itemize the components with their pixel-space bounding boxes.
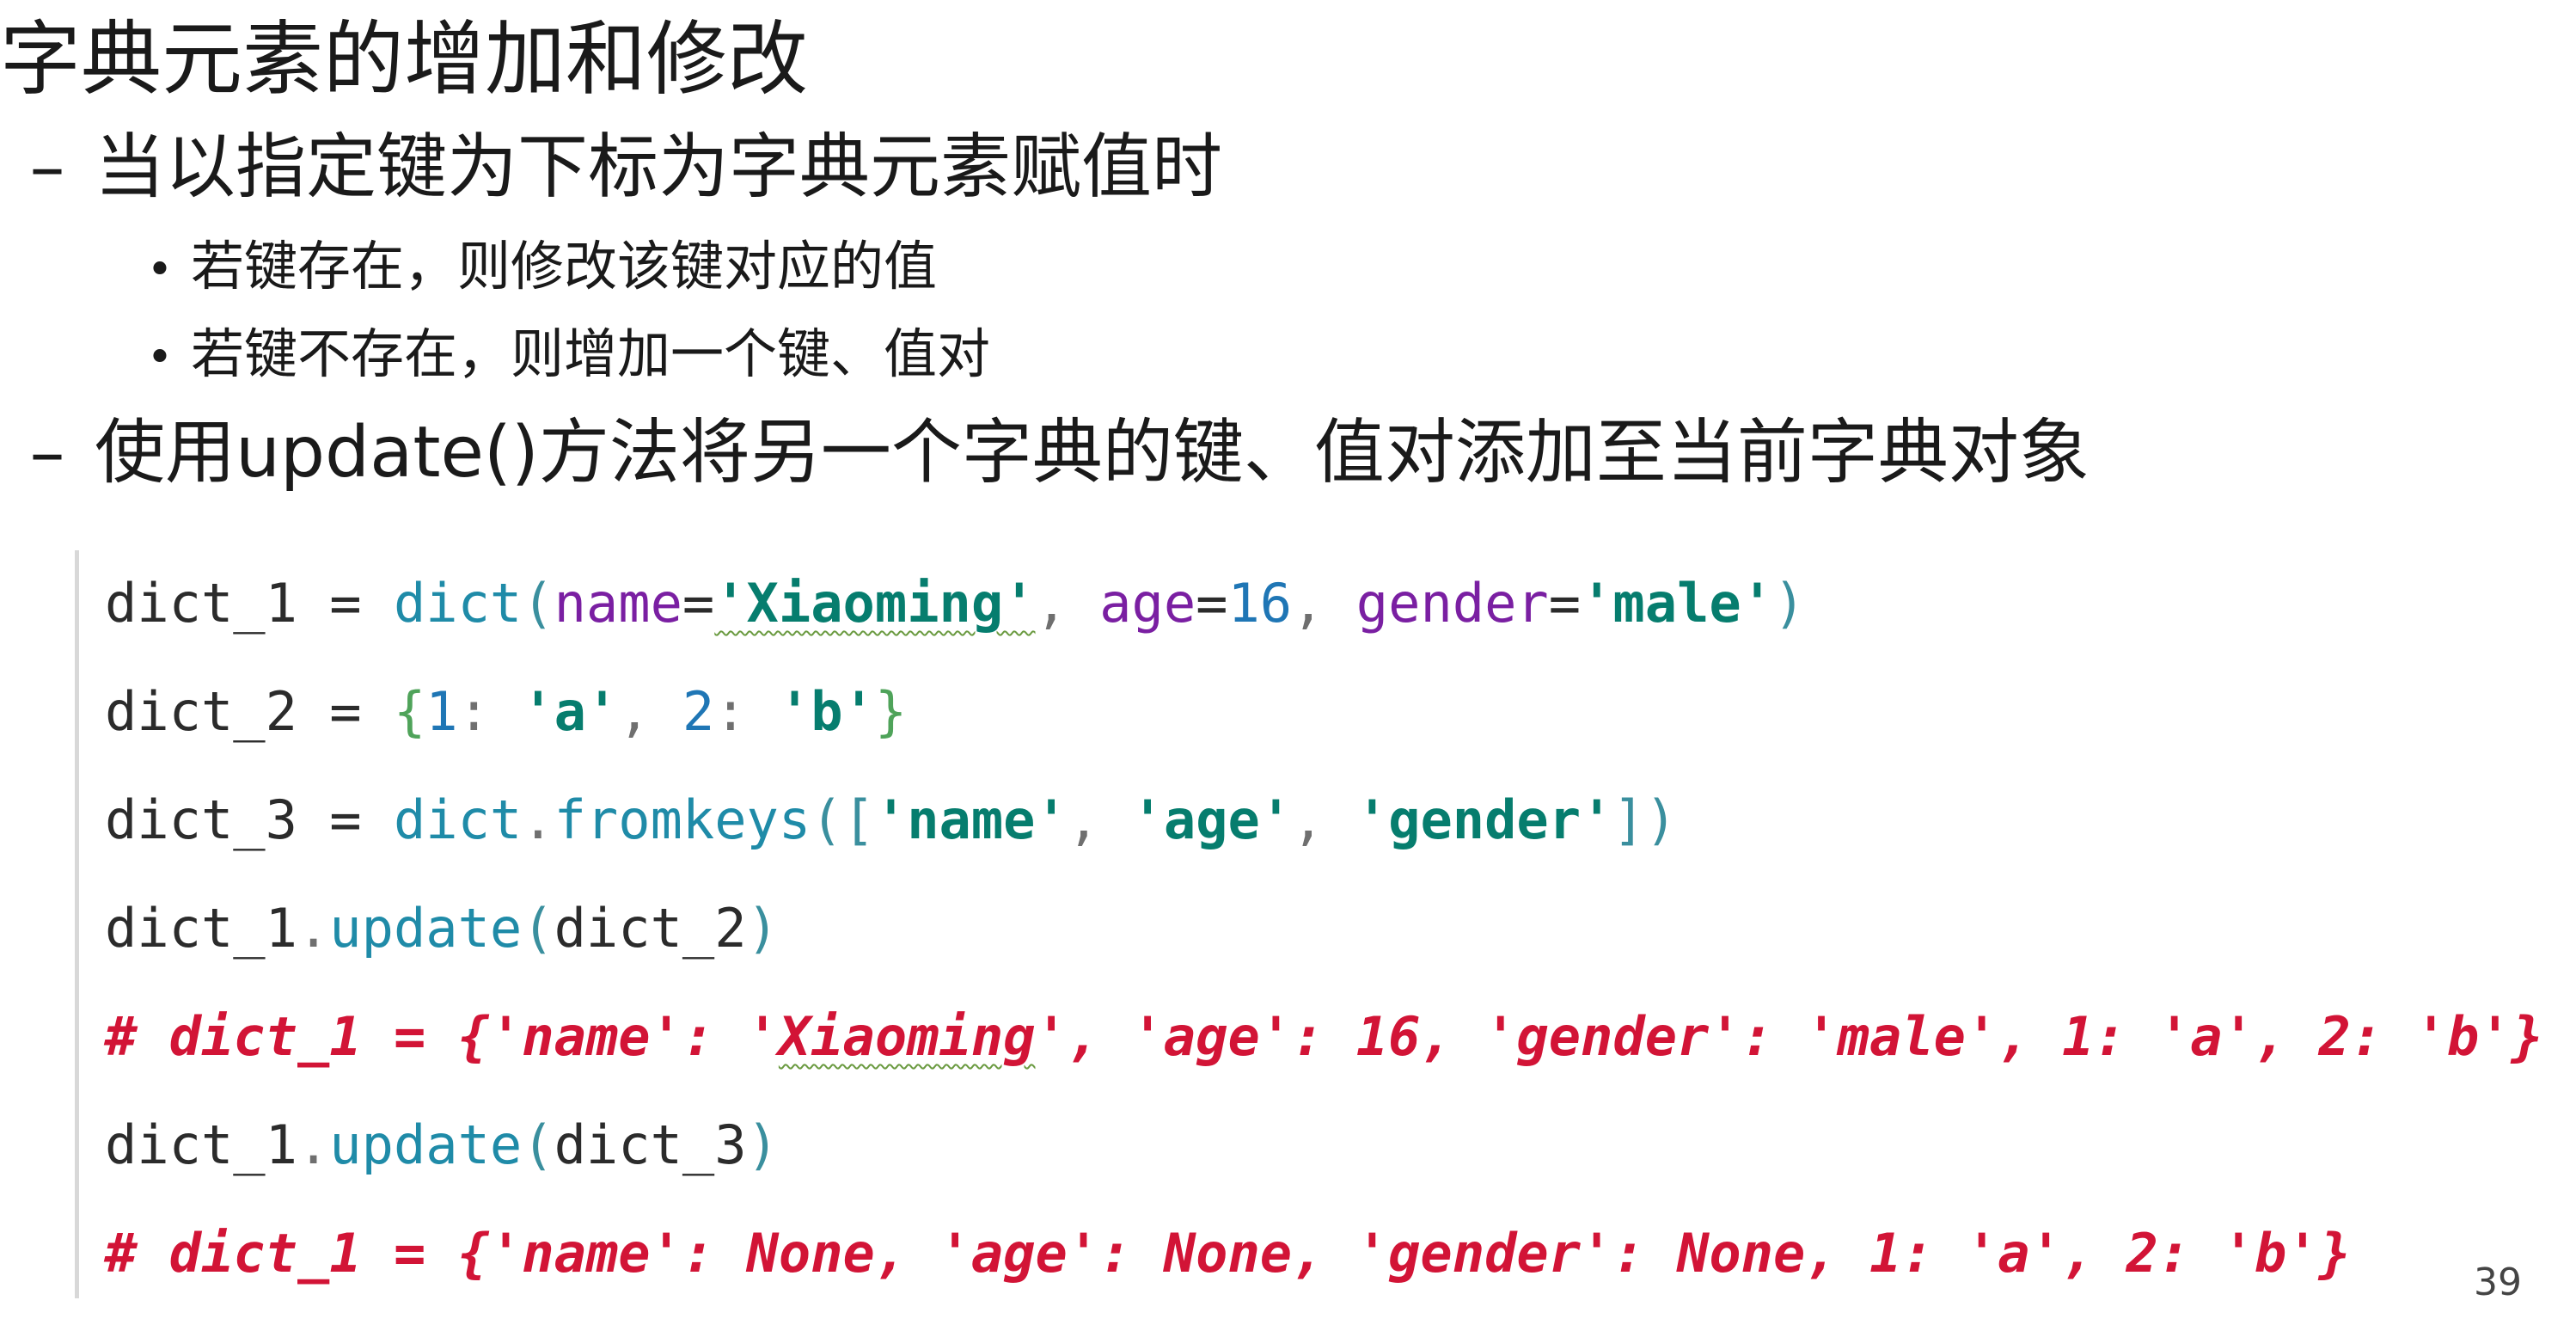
code-token: name xyxy=(554,572,682,635)
code-token: = xyxy=(682,572,715,635)
code-token: fromkeys xyxy=(554,788,811,851)
code-token: , xyxy=(1067,788,1132,851)
bullet-level2-item: • 若键不存在，则增加一个键、值对 xyxy=(129,316,990,396)
bullet-level1-item: – 使用update()方法将另一个字典的键、值对添加至当前字典对象 xyxy=(0,406,2090,500)
code-token: . xyxy=(297,897,330,960)
code-token: ) xyxy=(1644,788,1678,851)
code-token: dict xyxy=(393,788,523,851)
code-token: 2 xyxy=(682,680,715,743)
code-token: dict_1 xyxy=(105,1113,297,1176)
code-token: age xyxy=(1099,572,1196,635)
code-line-1: dict_1 = dict(name='Xiaoming', age=16, g… xyxy=(105,567,1805,640)
code-token: # dict_1 = {'name': None, 'age': None, '… xyxy=(105,1222,2351,1285)
code-token: update xyxy=(329,1113,523,1176)
code-token: } xyxy=(874,680,908,743)
code-token: dict_3 xyxy=(554,1113,747,1176)
code-comment-1: # dict_1 = {'name': 'Xiaoming', 'age': 1… xyxy=(105,1001,2543,1073)
code-token: 'male' xyxy=(1581,572,1774,635)
code-token: 'gender' xyxy=(1355,788,1613,851)
code-comment-2: # dict_1 = {'name': None, 'age': None, '… xyxy=(105,1218,2351,1290)
code-token: ( xyxy=(811,788,843,851)
code-token: ) xyxy=(746,897,779,960)
page-number: 39 xyxy=(2474,1260,2522,1304)
code-token: = xyxy=(1548,572,1582,635)
code-token: dict_1 xyxy=(105,897,297,960)
code-token: Xiaoming xyxy=(778,1005,1036,1068)
code-token: = xyxy=(297,788,394,851)
code-line-6: dict_1.update(dict_3) xyxy=(105,1109,779,1181)
dash-marker: – xyxy=(29,412,65,494)
code-line-4: dict_1.update(dict_2) xyxy=(105,892,779,965)
slide-title: 字典元素的增加和修改 xyxy=(0,13,809,107)
code-token: # dict_1 = {'name': ' xyxy=(105,1005,779,1068)
code-token: [ xyxy=(842,788,875,851)
code-token: , xyxy=(618,680,682,743)
bullet-level2-item: • 若键存在，则修改该键对应的值 xyxy=(129,228,937,309)
code-token: 'age' xyxy=(1131,788,1293,851)
dash-marker: – xyxy=(29,126,65,208)
code-token: : xyxy=(714,680,779,743)
code-token: = xyxy=(1196,572,1228,635)
code-token: dict_3 xyxy=(105,788,297,851)
code-token: ', 'age': 16, 'gender': 'male', 1: 'a', … xyxy=(1035,1005,2543,1068)
code-token: 1 xyxy=(425,680,458,743)
code-token: { xyxy=(393,680,426,743)
code-token: 'b' xyxy=(778,680,875,743)
code-token: 'name' xyxy=(874,788,1068,851)
bullet-text: 若键不存在，则增加一个键、值对 xyxy=(191,322,991,385)
code-token: , xyxy=(1292,572,1356,635)
bullet-dot-marker: • xyxy=(146,332,174,383)
slide: 字典元素的增加和修改 – 当以指定键为下标为字典元素赋值时 • 若键存在，则修改该键… xyxy=(0,0,2576,1331)
code-token: . xyxy=(297,1113,330,1176)
code-token: ( xyxy=(522,1113,554,1176)
code-token: 'a' xyxy=(522,680,619,743)
code-token: update xyxy=(329,897,523,960)
code-token: : xyxy=(457,680,523,743)
code-token: 'Xiaoming' xyxy=(714,572,1036,635)
code-block: dict_1 = dict(name='Xiaoming', age=16, g… xyxy=(75,550,2555,1298)
code-token: = xyxy=(297,572,394,635)
code-token: ) xyxy=(746,1113,779,1176)
code-token: ] xyxy=(1612,788,1645,851)
code-token: dict_1 xyxy=(105,572,297,635)
code-token: , xyxy=(1035,572,1100,635)
code-line-3: dict_3 = dict.fromkeys(['name', 'age', '… xyxy=(105,784,1677,856)
bullet-text: 当以指定键为下标为字典元素赋值时 xyxy=(95,126,1223,208)
code-token: , xyxy=(1292,788,1356,851)
bullet-text: 若键存在，则修改该键对应的值 xyxy=(191,235,938,297)
code-token: 16 xyxy=(1227,572,1293,635)
code-token: dict_2 xyxy=(554,897,747,960)
code-token: dict xyxy=(393,572,523,635)
code-token: = xyxy=(297,680,394,743)
code-token: ( xyxy=(522,572,554,635)
code-token: . xyxy=(522,788,554,851)
bullet-text: 使用update()方法将另一个字典的键、值对添加至当前字典对象 xyxy=(95,412,2090,494)
code-token: dict_2 xyxy=(105,680,297,743)
code-token: gender xyxy=(1355,572,1549,635)
bullet-dot-marker: • xyxy=(146,244,174,296)
code-token: ) xyxy=(1773,572,1806,635)
code-line-2: dict_2 = {1: 'a', 2: 'b'} xyxy=(105,676,907,748)
code-token: ( xyxy=(522,897,554,960)
bullet-level1-item: – 当以指定键为下标为字典元素赋值时 xyxy=(0,120,1223,215)
